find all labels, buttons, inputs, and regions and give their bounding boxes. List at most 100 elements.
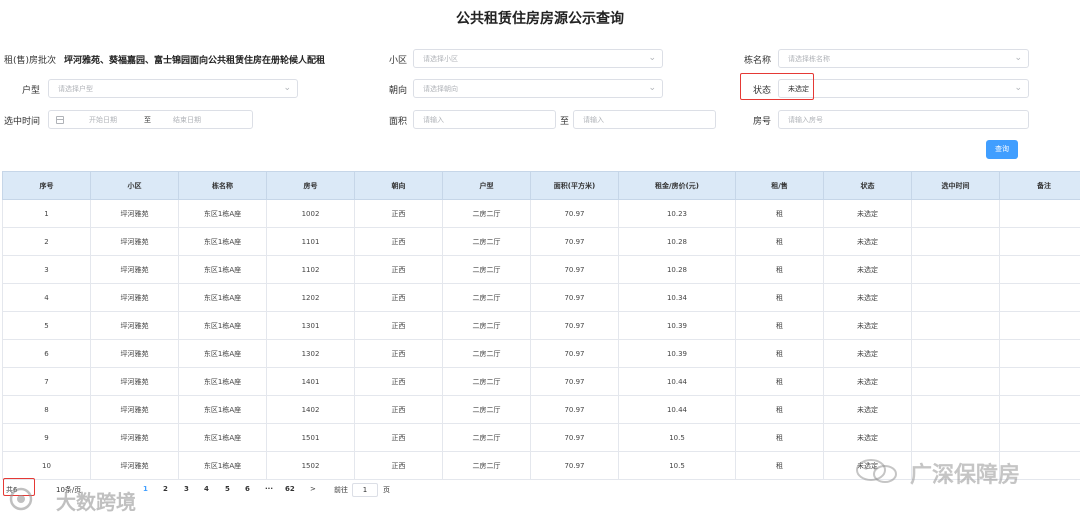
table-cell: 正西 xyxy=(354,199,443,228)
calendar-icon xyxy=(56,116,64,124)
table-cell: 8 xyxy=(2,395,91,424)
page-6[interactable]: 6 xyxy=(245,485,250,493)
table-cell: 10.23 xyxy=(618,199,736,228)
table-row[interactable]: 1 坪河雅苑 东区1栋A座 1002 正西 二房二厅 70.97 10.23 租未选定 xyxy=(2,199,1080,228)
table-cell: 70.97 xyxy=(530,311,619,340)
time-label: 选中时间 xyxy=(4,117,41,127)
date-range-picker[interactable]: 开始日期 至 结束日期 xyxy=(48,110,253,129)
table-row[interactable]: 4 坪河雅苑 东区1栋A座 1202 正西 二房二厅 70.97 10.34 租未选定 xyxy=(2,283,1080,312)
table-cell xyxy=(911,283,1000,312)
page-2[interactable]: 2 xyxy=(163,485,168,493)
orientation-select[interactable]: 请选择朝向 ⌄ xyxy=(413,79,663,98)
chevron-down-icon: ⌄ xyxy=(1014,83,1022,93)
table-cell: 二房二厅 xyxy=(442,199,531,228)
table-cell: 未选定 xyxy=(823,367,912,396)
table-cell xyxy=(911,311,1000,340)
table-row[interactable]: 3 坪河雅苑 东区1栋A座 1102 正西 二房二厅 70.97 10.28 租未选定 xyxy=(2,255,1080,284)
room-input[interactable]: 请输入房号 xyxy=(778,110,1029,129)
area-min-placeholder: 请输入 xyxy=(423,116,444,124)
watermark-left-text: 大数跨境 xyxy=(56,490,136,514)
table-cell: 未选定 xyxy=(823,227,912,256)
status-select[interactable]: 未选定 ⌄ xyxy=(778,79,1029,98)
table-cell: 租 xyxy=(735,255,824,284)
table-row[interactable]: 7 坪河雅苑 东区1栋A座 1401 正西 二房二厅 70.97 10.44 租未选定 xyxy=(2,367,1080,396)
wechat-logo-icon xyxy=(856,459,897,483)
table-cell: 坪河雅苑 xyxy=(90,367,179,396)
batch-value: 坪河雅苑、葵福嘉园、富士锦园面向公共租赁住房在册轮候人配租 xyxy=(64,56,326,66)
table-cell: 10.5 xyxy=(618,423,736,452)
watermark-left: 大数跨境 xyxy=(4,484,154,516)
room-label: 房号 xyxy=(753,117,772,127)
table-cell: 70.97 xyxy=(530,255,619,284)
table-cell: 东区1栋A座 xyxy=(178,255,267,284)
table-cell: 二房二厅 xyxy=(442,451,531,480)
table-row[interactable]: 6 坪河雅苑 东区1栋A座 1302 正西 二房二厅 70.97 10.39 租未选定 xyxy=(2,339,1080,368)
building-select[interactable]: 请选择栋名称 ⌄ xyxy=(778,49,1029,68)
table-cell: 70.97 xyxy=(530,339,619,368)
table-cell xyxy=(999,255,1080,284)
table-cell: 1501 xyxy=(266,423,355,452)
table-cell xyxy=(999,283,1080,312)
table-cell: 1301 xyxy=(266,311,355,340)
pagination-ellipsis[interactable]: ··· xyxy=(265,485,273,493)
table-cell: 坪河雅苑 xyxy=(90,339,179,368)
next-page-button[interactable]: > xyxy=(310,485,316,493)
table-cell xyxy=(911,227,1000,256)
page-62[interactable]: 62 xyxy=(285,485,295,493)
table-cell: 70.97 xyxy=(530,367,619,396)
table-cell: 坪河雅苑 xyxy=(90,227,179,256)
search-button[interactable]: 查询 xyxy=(986,140,1018,159)
start-date-placeholder: 开始日期 xyxy=(89,116,117,124)
table-cell: 租 xyxy=(735,451,824,480)
table-row[interactable]: 8 坪河雅苑 东区1栋A座 1402 正西 二房二厅 70.97 10.44 租未选定 xyxy=(2,395,1080,424)
table-cell: 1401 xyxy=(266,367,355,396)
layout-select[interactable]: 请选择户型 ⌄ xyxy=(48,79,298,98)
page-5[interactable]: 5 xyxy=(225,485,230,493)
date-range-separator: 至 xyxy=(144,116,151,124)
table-cell: 租 xyxy=(735,339,824,368)
table-cell: 坪河雅苑 xyxy=(90,199,179,228)
area-min-input[interactable]: 请输入 xyxy=(413,110,556,129)
column-header: 朝向 xyxy=(354,171,443,200)
table-cell: 未选定 xyxy=(823,339,912,368)
goto-page-input[interactable]: 1 xyxy=(352,483,378,497)
table-cell: 未选定 xyxy=(823,311,912,340)
table-cell: 未选定 xyxy=(823,255,912,284)
table-cell: 6 xyxy=(2,339,91,368)
table-cell: 坪河雅苑 xyxy=(90,283,179,312)
table-cell: 2 xyxy=(2,227,91,256)
chevron-down-icon: ⌄ xyxy=(648,53,656,63)
area-range-separator: 至 xyxy=(560,117,570,127)
column-header: 户型 xyxy=(442,171,531,200)
table-cell: 坪河雅苑 xyxy=(90,255,179,284)
column-header: 备注 xyxy=(999,171,1080,200)
table-cell: 70.97 xyxy=(530,451,619,480)
table-cell: 正西 xyxy=(354,311,443,340)
table-cell: 东区1栋A座 xyxy=(178,227,267,256)
layout-label: 户型 xyxy=(22,86,41,96)
table-cell: 坪河雅苑 xyxy=(90,423,179,452)
page-3[interactable]: 3 xyxy=(184,485,189,493)
table-cell xyxy=(911,339,1000,368)
table-row[interactable]: 2 坪河雅苑 东区1栋A座 1101 正西 二房二厅 70.97 10.28 租未选定 xyxy=(2,227,1080,256)
table-cell: 1502 xyxy=(266,451,355,480)
table-cell xyxy=(999,227,1080,256)
table-cell: 租 xyxy=(735,283,824,312)
room-placeholder: 请输入房号 xyxy=(788,116,823,124)
table-cell: 未选定 xyxy=(823,423,912,452)
watermark-right-text: 广深保障房 xyxy=(910,463,1021,488)
community-select[interactable]: 请选择小区 ⌄ xyxy=(413,49,663,68)
table-cell xyxy=(911,367,1000,396)
page-4[interactable]: 4 xyxy=(204,485,209,493)
area-max-input[interactable]: 请输入 xyxy=(573,110,716,129)
table-row[interactable]: 5 坪河雅苑 东区1栋A座 1301 正西 二房二厅 70.97 10.39 租未选定 xyxy=(2,311,1080,340)
table-cell: 1302 xyxy=(266,339,355,368)
table-cell: 正西 xyxy=(354,451,443,480)
table-cell: 租 xyxy=(735,395,824,424)
column-header: 栋名称 xyxy=(178,171,267,200)
table-cell: 4 xyxy=(2,283,91,312)
building-placeholder: 请选择栋名称 xyxy=(788,55,830,63)
table-cell: 二房二厅 xyxy=(442,227,531,256)
building-label: 栋名称 xyxy=(744,56,772,66)
table-row[interactable]: 9 坪河雅苑 东区1栋A座 1501 正西 二房二厅 70.97 10.5 租未选定 xyxy=(2,423,1080,452)
